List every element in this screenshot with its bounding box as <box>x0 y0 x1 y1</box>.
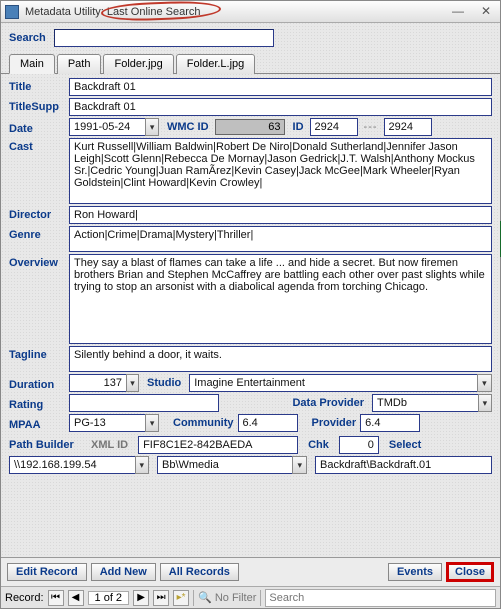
record-label: Record: <box>5 592 44 604</box>
field-cast[interactable]: Kurt Russell|William Baldwin|Robert De N… <box>69 138 492 204</box>
chevron-down-icon[interactable]: ▾ <box>478 394 492 412</box>
chevron-down-icon[interactable]: ▾ <box>292 456 307 474</box>
field-chk[interactable] <box>339 436 379 454</box>
close-button[interactable]: Close <box>446 562 494 582</box>
tab-path[interactable]: Path <box>57 54 102 74</box>
field-xml-id[interactable] <box>138 436 298 454</box>
bottom-toolbar: Edit Record Add New All Records Events C… <box>1 557 500 586</box>
search-input[interactable] <box>54 29 274 47</box>
last-record-icon[interactable]: ⏭ <box>153 590 169 606</box>
tab-main[interactable]: Main <box>9 54 55 74</box>
label-data-provider: Data Provider <box>292 397 364 409</box>
tab-folder-jpg[interactable]: Folder.jpg <box>103 54 173 74</box>
chevron-down-icon[interactable]: ▾ <box>477 374 492 392</box>
field-duration[interactable] <box>69 374 126 392</box>
field-path-share[interactable] <box>157 456 292 474</box>
app-icon <box>5 5 19 19</box>
id-dash: --- <box>362 121 380 133</box>
chevron-down-icon[interactable]: ▾ <box>135 456 149 474</box>
field-data-provider[interactable] <box>372 394 478 412</box>
app-window: Metadata Utility: Last Online Search — ✕… <box>0 0 501 609</box>
label-director: Director <box>9 206 65 221</box>
all-records-button[interactable]: All Records <box>160 563 239 581</box>
label-studio: Studio <box>147 377 181 389</box>
label-mpaa: MPAA <box>9 416 65 431</box>
field-genre[interactable]: Action|Crime|Drama|Mystery|Thriller| <box>69 226 492 252</box>
field-titlesupp[interactable] <box>69 98 492 116</box>
label-chk: Chk <box>308 439 329 451</box>
label-path-builder: Path Builder <box>9 439 87 451</box>
filter-indicator[interactable]: 🔍 No Filter <box>198 591 256 604</box>
select-link[interactable]: Select <box>389 439 421 451</box>
label-xml-id: XML ID <box>91 439 128 451</box>
field-id-a[interactable] <box>310 118 358 136</box>
field-id-b[interactable] <box>384 118 432 136</box>
minimize-button[interactable]: — <box>448 4 468 18</box>
edit-record-button[interactable]: Edit Record <box>7 563 87 581</box>
search-label: Search <box>9 32 46 44</box>
chevron-down-icon[interactable]: ▾ <box>126 374 139 392</box>
next-record-icon[interactable]: ▶ <box>133 590 149 606</box>
chevron-down-icon[interactable]: ▾ <box>145 118 159 136</box>
label-cast: Cast <box>9 138 65 153</box>
field-tagline[interactable]: Silently behind a door, it waits. <box>69 346 492 372</box>
field-provider[interactable] <box>360 414 420 432</box>
close-window-button[interactable]: ✕ <box>476 4 496 18</box>
field-director[interactable] <box>69 206 492 224</box>
new-record-icon[interactable]: ▸* <box>173 590 189 606</box>
field-date[interactable] <box>69 118 145 136</box>
tabs: Main Path Folder.jpg Folder.L.jpg <box>1 49 500 74</box>
field-studio[interactable] <box>189 374 477 392</box>
record-position: 1 of 2 <box>88 591 130 605</box>
field-mpaa[interactable] <box>69 414 145 432</box>
label-duration: Duration <box>9 376 65 391</box>
field-path-host[interactable] <box>9 456 135 474</box>
field-path-folder[interactable] <box>315 456 492 474</box>
label-id: ID <box>293 121 304 133</box>
label-provider: Provider <box>312 417 357 429</box>
field-overview[interactable]: They say a blast of flames can take a li… <box>69 254 492 344</box>
first-record-icon[interactable]: ⏮ <box>48 590 64 606</box>
label-tagline: Tagline <box>9 346 65 361</box>
prev-record-icon[interactable]: ◀ <box>68 590 84 606</box>
status-search-input[interactable] <box>265 589 496 607</box>
label-genre: Genre <box>9 226 65 241</box>
events-button[interactable]: Events <box>388 563 442 581</box>
add-new-button[interactable]: Add New <box>91 563 156 581</box>
status-bar: Record: ⏮ ◀ 1 of 2 ▶ ⏭ ▸* 🔍 No Filter <box>1 586 500 608</box>
field-title[interactable] <box>69 78 492 96</box>
label-titlesupp: TitleSupp <box>9 98 65 113</box>
form-main: Title TitleSupp Date ▾ WMC ID 63 ID --- … <box>1 74 500 557</box>
label-overview: Overview <box>9 254 65 269</box>
titlebar: Metadata Utility: Last Online Search — ✕ <box>1 1 500 23</box>
label-community: Community <box>173 417 234 429</box>
field-rating[interactable] <box>69 394 219 412</box>
label-rating: Rating <box>9 396 65 411</box>
label-title: Title <box>9 78 65 93</box>
chevron-down-icon[interactable]: ▾ <box>145 414 159 432</box>
window-title: Metadata Utility: Last Online Search <box>25 6 200 18</box>
label-date: Date <box>9 120 65 135</box>
field-community[interactable] <box>238 414 298 432</box>
field-wmcid[interactable]: 63 <box>215 119 285 135</box>
tab-folder-l-jpg[interactable]: Folder.L.jpg <box>176 54 255 74</box>
label-wmcid: WMC ID <box>167 121 209 133</box>
